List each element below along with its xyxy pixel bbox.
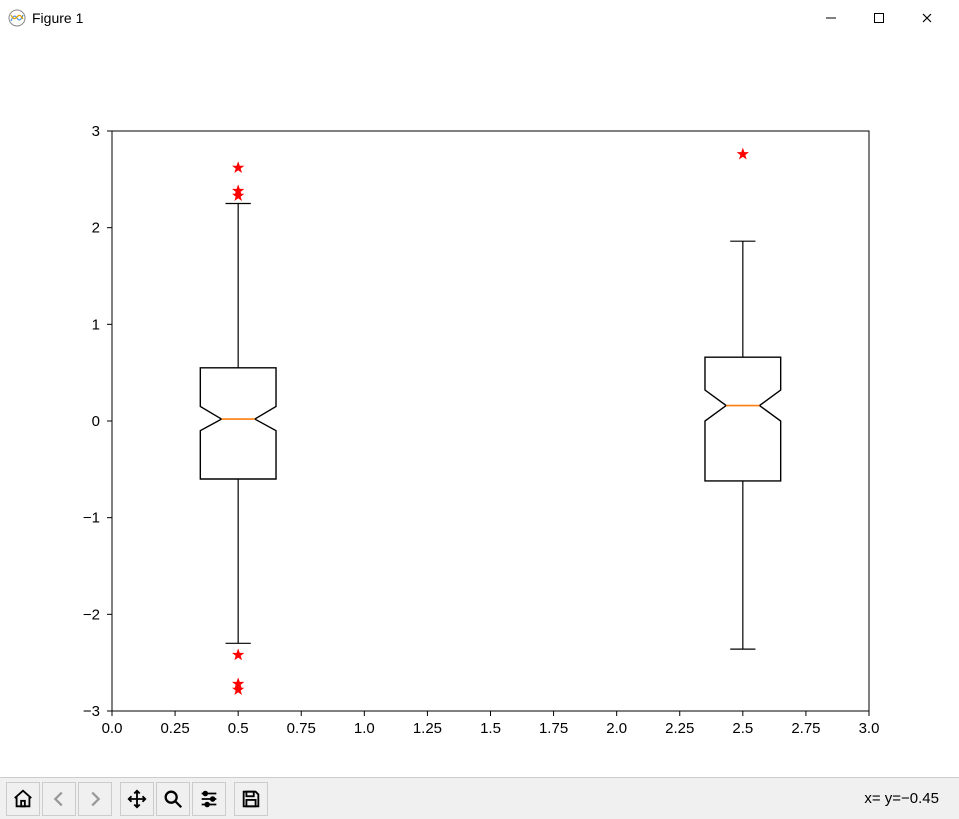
svg-text:0.0: 0.0	[102, 720, 123, 737]
forward-button[interactable]	[78, 782, 112, 816]
svg-text:3: 3	[92, 123, 100, 140]
svg-text:1: 1	[92, 316, 100, 333]
zoom-button[interactable]	[156, 782, 190, 816]
titlebar: Figure 1	[0, 0, 959, 36]
svg-text:2.25: 2.25	[665, 720, 694, 737]
svg-text:1.0: 1.0	[354, 720, 375, 737]
svg-text:1.75: 1.75	[539, 720, 568, 737]
app-icon	[8, 9, 26, 27]
back-button[interactable]	[42, 782, 76, 816]
svg-text:3.0: 3.0	[859, 720, 880, 737]
maximize-button[interactable]	[855, 2, 903, 34]
svg-text:2: 2	[92, 220, 100, 237]
svg-text:0.5: 0.5	[228, 720, 249, 737]
window-controls	[807, 2, 951, 34]
home-button[interactable]	[6, 782, 40, 816]
boxplot-chart: 0.0 0.25 0.5 0.75 1.0 1.25 1.5 1.75 2.0 2.25 2.5 2.…	[0, 36, 959, 776]
svg-text:−3: −3	[83, 703, 100, 720]
configure-button[interactable]	[192, 782, 226, 816]
svg-text:−2: −2	[83, 606, 100, 623]
svg-text:2.75: 2.75	[791, 720, 820, 737]
svg-text:1.5: 1.5	[480, 720, 501, 737]
svg-text:1.25: 1.25	[413, 720, 442, 737]
svg-text:2.0: 2.0	[606, 720, 627, 737]
svg-text:2.5: 2.5	[732, 720, 753, 737]
svg-text:0: 0	[92, 413, 100, 430]
svg-text:−1: −1	[83, 510, 100, 527]
svg-text:0.25: 0.25	[160, 720, 189, 737]
window-title: Figure 1	[32, 10, 807, 26]
toolbar: x= y=−0.45	[0, 777, 959, 819]
close-button[interactable]	[903, 2, 951, 34]
svg-text:0.75: 0.75	[287, 720, 316, 737]
minimize-button[interactable]	[807, 2, 855, 34]
save-button[interactable]	[234, 782, 268, 816]
cursor-coordinates: x= y=−0.45	[864, 790, 953, 807]
chart-area[interactable]: 0.0 0.25 0.5 0.75 1.0 1.25 1.5 1.75 2.0 2.25 2.5 2.…	[0, 36, 959, 777]
pan-button[interactable]	[120, 782, 154, 816]
